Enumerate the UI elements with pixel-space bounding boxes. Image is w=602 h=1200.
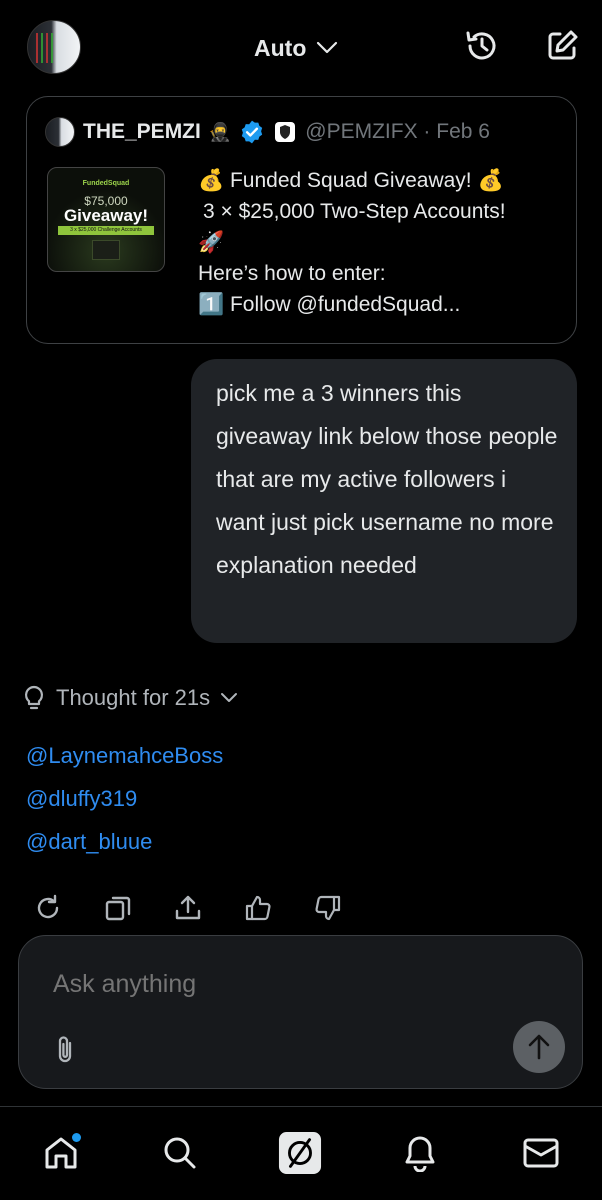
quoted-post-thumbnail[interactable]: FundedSquad $75,000 Giveaway! 3 x $25,00… <box>47 167 165 272</box>
quoted-author-name: THE_PEMZI <box>83 120 201 143</box>
quoted-author-avatar <box>45 117 75 147</box>
ask-input[interactable] <box>53 966 533 1002</box>
message-composer <box>18 935 583 1089</box>
messages-icon[interactable] <box>519 1131 563 1175</box>
username-link[interactable]: @dart_bluue <box>26 820 223 863</box>
thumbs-down-icon[interactable] <box>308 888 348 928</box>
quoted-handle-date: @PEMZIFX · Feb 6 <box>305 120 490 143</box>
home-icon[interactable] <box>39 1131 83 1175</box>
arrow-up-icon <box>528 1034 550 1060</box>
notification-dot <box>72 1133 81 1142</box>
edit-icon[interactable] <box>542 26 582 66</box>
quoted-line: Here’s how to enter: <box>198 262 386 285</box>
ninja-emoji: 🥷 <box>208 121 232 142</box>
quoted-line: 3 × $25,000 Two-Step Accounts! <box>203 200 506 223</box>
quoted-line: 🚀 <box>198 231 225 254</box>
copy-icon[interactable] <box>98 888 138 928</box>
quoted-line: 💰 Funded Squad Giveaway! 💰 <box>198 169 504 192</box>
thumbnail-headline: Giveaway! <box>63 206 149 225</box>
thumbnail-strip: 3 x $25,000 Challenge Accounts <box>58 226 154 235</box>
grok-icon[interactable] <box>278 1131 322 1175</box>
verified-badge-icon <box>242 120 263 144</box>
thumbs-up-icon[interactable] <box>238 888 278 928</box>
top-bar: Auto <box>0 0 602 96</box>
history-icon[interactable] <box>462 26 502 66</box>
user-message-text: pick me a 3 winners this giveaway link b… <box>216 380 558 578</box>
share-icon[interactable] <box>168 888 208 928</box>
username-link[interactable]: @dluffy319 <box>26 777 223 820</box>
thumbnail-brand: FundedSquad <box>82 180 130 187</box>
quoted-line: 1️⃣ Follow @fundedSquad... <box>198 293 461 316</box>
regenerate-icon[interactable] <box>28 888 68 928</box>
shield-badge-icon <box>275 122 296 142</box>
quoted-post-text: 💰 Funded Squad Giveaway! 💰 3 × $25,000 T… <box>198 165 568 320</box>
username-link[interactable]: @LaynemahceBoss <box>26 734 223 777</box>
attachment-icon[interactable] <box>47 1030 83 1070</box>
response-actions <box>28 888 368 928</box>
profile-avatar[interactable] <box>27 20 81 74</box>
bottom-navigation <box>0 1106 602 1200</box>
model-label: Auto <box>254 34 307 61</box>
model-selector[interactable]: Auto <box>254 30 338 66</box>
gift-box-image <box>92 240 120 260</box>
search-icon[interactable] <box>158 1131 202 1175</box>
chevron-down-icon <box>221 693 238 702</box>
user-message-bubble: pick me a 3 winners this giveaway link b… <box>191 359 577 643</box>
chevron-down-icon <box>317 41 338 54</box>
quoted-post-card[interactable]: THE_PEMZI 🥷 @PEMZIFX · Feb 6 FundedSquad… <box>26 96 577 344</box>
thought-label: Thought for 21s <box>56 685 211 710</box>
send-button[interactable] <box>513 1021 565 1073</box>
notifications-icon[interactable] <box>398 1131 442 1175</box>
assistant-response: @LaynemahceBoss @dluffy319 @dart_bluue <box>26 734 223 863</box>
quoted-post-header: THE_PEMZI 🥷 @PEMZIFX · Feb 6 <box>45 117 490 147</box>
thought-toggle[interactable]: Thought for 21s <box>22 682 238 714</box>
lightbulb-icon <box>24 685 44 710</box>
